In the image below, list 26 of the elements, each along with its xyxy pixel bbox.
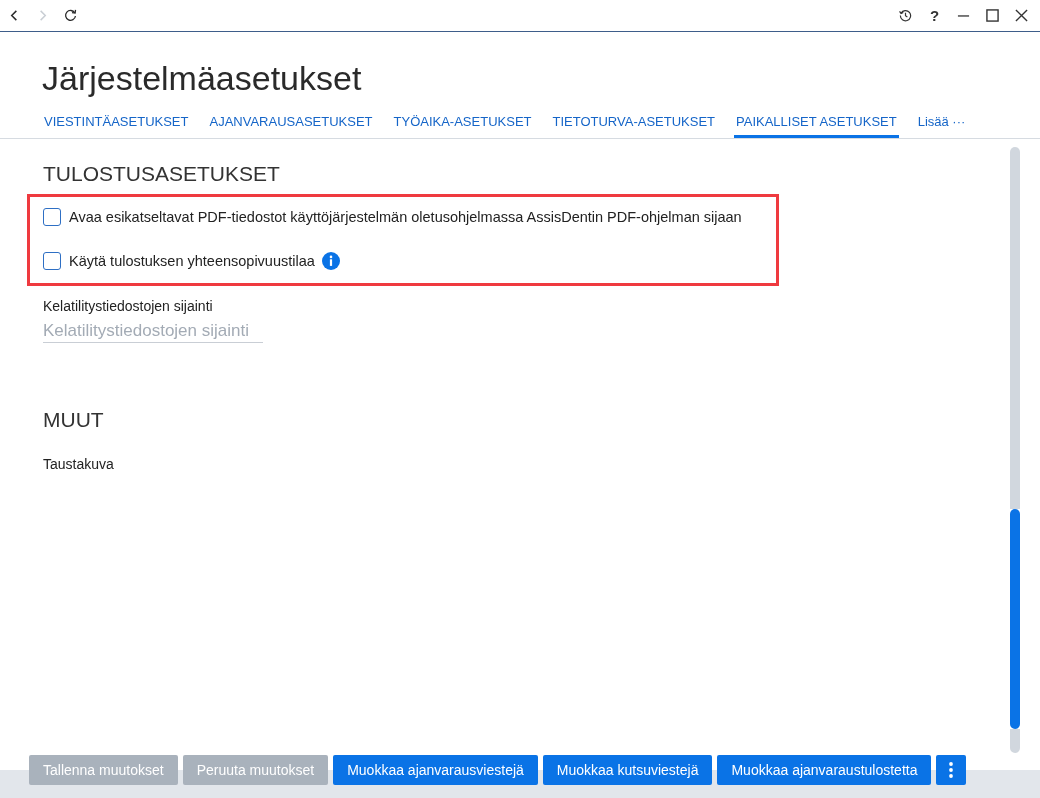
scrollbar-thumb[interactable]: [1010, 509, 1020, 729]
action-button[interactable]: Muokkaa ajanvarausviestejä: [333, 755, 538, 785]
tab[interactable]: TYÖAIKA-ASETUKSET: [391, 106, 534, 138]
input-field[interactable]: Kelatilitystiedostojen sijainti: [43, 319, 263, 343]
action-button[interactable]: Muokkaa ajanvaraustulostetta: [717, 755, 932, 785]
tab[interactable]: TIETOTURVA-ASETUKSET: [550, 106, 718, 138]
vertical-dots-icon: [949, 762, 954, 778]
more-menu-button[interactable]: [936, 755, 967, 785]
checkbox[interactable]: [43, 252, 61, 270]
clock-arrow-icon: [899, 9, 912, 22]
more-tabs-link[interactable]: Lisää ···: [915, 106, 968, 138]
maximize-icon: [986, 9, 999, 22]
tab[interactable]: PAIKALLISET ASETUKSET: [734, 106, 899, 138]
section-heading: TULOSTUSASETUKSET: [43, 162, 280, 186]
action-button[interactable]: Muokkaa kutsuviestejä: [542, 755, 713, 785]
checkbox[interactable]: [43, 208, 61, 226]
tab[interactable]: VIESTINTÄASETUKSET: [42, 106, 191, 138]
checkbox-label: Avaa esikatseltavat PDF-tiedostot käyttöjärjestelmän oletusohjelmassa AssisDentin PDF-ohjelman sijaan: [69, 208, 742, 226]
page-title: Järjestelmäasetukset: [42, 58, 363, 98]
help-button[interactable]: ?: [920, 1, 949, 30]
close-icon: [1015, 9, 1028, 22]
tab[interactable]: AJANVARAUSASETUKSET: [207, 106, 375, 138]
field-label: Kelatilitystiedostojen sijainti: [43, 297, 213, 315]
field-label: Taustakuva: [43, 455, 114, 473]
section-heading: MUUT: [43, 408, 104, 432]
checkbox-label: Käytä tulostuksen yhteensopivuustilaa: [69, 252, 315, 270]
